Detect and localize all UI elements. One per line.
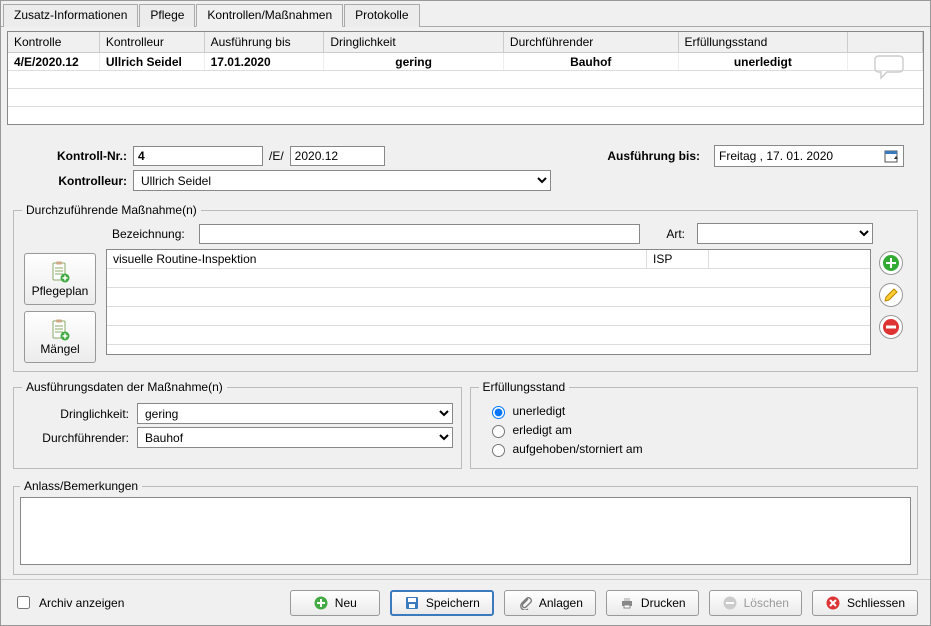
clipboard-plus-icon bbox=[49, 318, 71, 342]
cell-kontrolleur: Ullrich Seidel bbox=[100, 53, 205, 70]
erfuellungsstand-legend: Erfüllungsstand bbox=[479, 380, 570, 394]
cell-ausfuehrung: 17.01.2020 bbox=[205, 53, 325, 70]
ausfuehrungsdaten-fieldset: Ausführungsdaten der Maßnahme(n) Dringli… bbox=[13, 380, 462, 469]
tab-label: Pflege bbox=[150, 8, 184, 22]
bezeichnung-input[interactable] bbox=[199, 224, 641, 244]
footer-bar: Archiv anzeigen Neu Speichern Anlagen Dr… bbox=[1, 579, 930, 625]
radio-label: unerledigt bbox=[513, 404, 566, 418]
pflegeplan-label: Pflegeplan bbox=[32, 284, 89, 298]
kontrollen-grid[interactable]: Kontrolle Kontrolleur Ausführung bis Dri… bbox=[7, 31, 924, 125]
comment-bubble-icon[interactable] bbox=[873, 55, 905, 81]
tab-label: Kontrollen/Maßnahmen bbox=[207, 8, 332, 22]
edit-button[interactable] bbox=[879, 283, 903, 307]
table-row[interactable] bbox=[107, 326, 870, 345]
col-spacer bbox=[848, 32, 923, 52]
loeschen-button: Löschen bbox=[709, 590, 802, 616]
col-durchfuehrender[interactable]: Durchführender bbox=[504, 32, 679, 52]
printer-icon bbox=[619, 595, 635, 611]
plus-icon bbox=[313, 595, 329, 611]
erfuellungsstand-fieldset: Erfüllungsstand unerledigt erledigt am a… bbox=[470, 380, 919, 469]
table-row[interactable] bbox=[8, 107, 923, 124]
table-row[interactable] bbox=[107, 288, 870, 307]
cell-durchfuehrender: Bauhof bbox=[504, 53, 679, 70]
kontrollnr-input[interactable] bbox=[133, 146, 263, 166]
radio-aufgehoben[interactable] bbox=[492, 444, 505, 457]
paperclip-icon bbox=[517, 595, 533, 611]
radio-label: aufgehoben/storniert am bbox=[513, 442, 643, 456]
add-button[interactable] bbox=[879, 251, 903, 275]
anlagen-button[interactable]: Anlagen bbox=[504, 590, 596, 616]
schliessen-button[interactable]: Schliessen bbox=[812, 590, 918, 616]
massnahmen-grid[interactable]: visuelle Routine-Inspektion ISP bbox=[106, 249, 871, 355]
massnahmen-fieldset: Durchzuführende Maßnahme(n) Bezeichnung:… bbox=[13, 203, 918, 372]
dringlichkeit-label: Dringlichkeit: bbox=[22, 407, 137, 421]
cell-extra bbox=[709, 250, 870, 268]
neu-button[interactable]: Neu bbox=[290, 590, 380, 616]
col-ausfuehrung[interactable]: Ausführung bis bbox=[205, 32, 325, 52]
dringlichkeit-select[interactable]: gering bbox=[137, 403, 453, 424]
table-row[interactable] bbox=[8, 89, 923, 107]
delete-button[interactable] bbox=[879, 315, 903, 339]
tab-zusatz[interactable]: Zusatz-Informationen bbox=[3, 4, 138, 27]
close-icon bbox=[825, 595, 841, 611]
radio-erledigt[interactable] bbox=[492, 425, 505, 438]
minus-icon bbox=[722, 595, 738, 611]
archiv-checkbox[interactable] bbox=[17, 596, 30, 609]
col-kontrolleur[interactable]: Kontrolleur bbox=[100, 32, 205, 52]
tab-pflege[interactable]: Pflege bbox=[139, 4, 195, 27]
durchfuehrender-select[interactable]: Bauhof bbox=[137, 427, 453, 448]
kontrolldate-input[interactable] bbox=[290, 146, 385, 166]
archiv-label: Archiv anzeigen bbox=[39, 596, 124, 610]
date-value: Freitag , 17. 01. 2020 bbox=[719, 149, 833, 163]
cell-kontrolle: 4/E/2020.12 bbox=[8, 53, 100, 70]
tab-bar: Zusatz-Informationen Pflege Kontrollen/M… bbox=[1, 1, 930, 27]
clipboard-plus-icon bbox=[49, 260, 71, 284]
cell-erfuellungsstand: unerledigt bbox=[679, 53, 849, 70]
kontrolleur-select[interactable]: Ullrich Seidel bbox=[133, 170, 551, 191]
tab-protokolle[interactable]: Protokolle bbox=[344, 4, 419, 27]
calendar-icon[interactable] bbox=[883, 148, 899, 164]
cell-art: ISP bbox=[647, 250, 709, 268]
tab-kontrollen[interactable]: Kontrollen/Maßnahmen bbox=[196, 4, 343, 27]
ausfuehrung-date-picker[interactable]: Freitag , 17. 01. 2020 bbox=[714, 145, 904, 167]
table-row[interactable] bbox=[107, 307, 870, 326]
pflegeplan-button[interactable]: Pflegeplan bbox=[24, 253, 96, 305]
speichern-button[interactable]: Speichern bbox=[390, 590, 494, 616]
massnahmen-legend: Durchzuführende Maßnahme(n) bbox=[22, 203, 201, 217]
radio-unerledigt[interactable] bbox=[492, 406, 505, 419]
table-row[interactable] bbox=[8, 71, 923, 89]
art-select[interactable] bbox=[697, 223, 873, 244]
anlass-textarea[interactable] bbox=[20, 497, 911, 565]
table-row[interactable] bbox=[107, 269, 870, 288]
art-label: Art: bbox=[646, 227, 691, 241]
tab-label: Protokolle bbox=[355, 8, 408, 22]
radio-label: erledigt am bbox=[513, 423, 572, 437]
tab-label: Zusatz-Informationen bbox=[14, 8, 127, 22]
drucken-button[interactable]: Drucken bbox=[606, 590, 699, 616]
anlass-fieldset: Anlass/Bemerkungen bbox=[13, 479, 918, 575]
table-row[interactable]: 4/E/2020.12 Ullrich Seidel 17.01.2020 ge… bbox=[8, 53, 923, 71]
kontrollnr-sep: /E/ bbox=[263, 149, 290, 163]
durchfuehrender-label: Durchführender: bbox=[22, 431, 137, 445]
maengel-label: Mängel bbox=[40, 342, 79, 356]
col-kontrolle[interactable]: Kontrolle bbox=[8, 32, 100, 52]
maengel-button[interactable]: Mängel bbox=[24, 311, 96, 363]
kontrolleur-label: Kontrolleur: bbox=[33, 174, 133, 188]
kontrollnr-label: Kontroll-Nr.: bbox=[33, 149, 133, 163]
cell-dringlichkeit: gering bbox=[324, 53, 504, 70]
ausfuehrung-bis-label: Ausführung bis: bbox=[607, 149, 706, 163]
table-row[interactable]: visuelle Routine-Inspektion ISP bbox=[107, 250, 870, 269]
bezeichnung-label: Bezeichnung: bbox=[104, 227, 193, 241]
col-dringlichkeit[interactable]: Dringlichkeit bbox=[324, 32, 504, 52]
cell-bezeichnung: visuelle Routine-Inspektion bbox=[107, 250, 647, 268]
save-icon bbox=[404, 595, 420, 611]
col-erfuellungsstand[interactable]: Erfüllungsstand bbox=[679, 32, 849, 52]
ausfuehrungsdaten-legend: Ausführungsdaten der Maßnahme(n) bbox=[22, 380, 227, 394]
anlass-legend: Anlass/Bemerkungen bbox=[20, 479, 142, 493]
